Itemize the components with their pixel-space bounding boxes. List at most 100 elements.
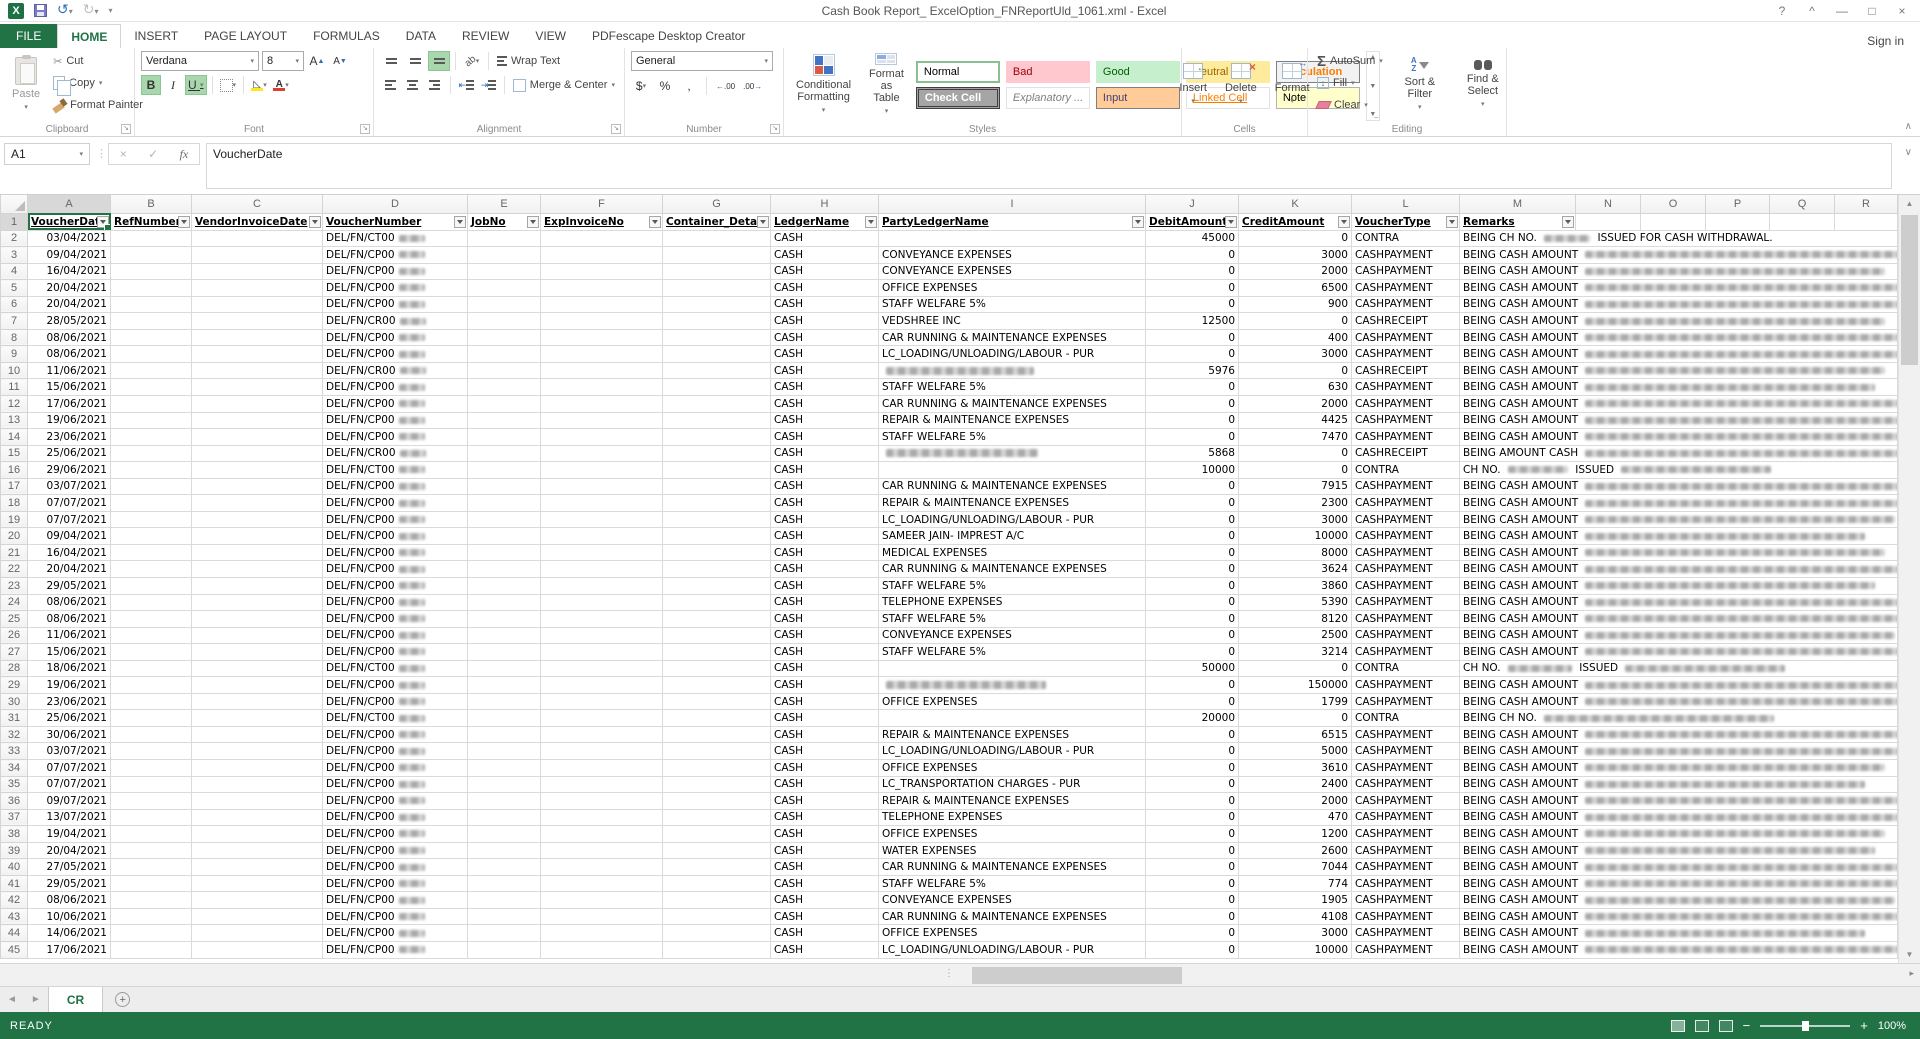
- cell-vouchernumber[interactable]: DEL/FN/CP00: [323, 793, 468, 810]
- cell-expinvoiceno[interactable]: [541, 726, 663, 743]
- cell-container-detail[interactable]: [663, 859, 771, 876]
- cell-creditamount[interactable]: 630: [1239, 379, 1352, 396]
- filter-dropdown-icon[interactable]: [309, 216, 321, 228]
- cell-vouchernumber[interactable]: DEL/FN/CP00: [323, 875, 468, 892]
- cell-voucherdate[interactable]: 08/06/2021: [28, 346, 111, 363]
- cell-voucherdate[interactable]: 23/06/2021: [28, 429, 111, 446]
- currency-format-button[interactable]: $▾: [631, 76, 651, 96]
- cell-vouchernumber[interactable]: DEL/FN/CP00: [323, 379, 468, 396]
- cell-debitamount[interactable]: 0: [1146, 329, 1239, 346]
- cell-partyledgername[interactable]: LC_LOADING/UNLOADING/LABOUR - PUR: [879, 346, 1146, 363]
- cell-remarks[interactable]: BEING CASH AMOUNT: [1460, 362, 1898, 379]
- cell-ledgername[interactable]: CASH: [771, 230, 879, 247]
- cell-partyledgername[interactable]: [879, 462, 1146, 479]
- cell-container-detail[interactable]: [663, 362, 771, 379]
- customize-qat-icon[interactable]: ▾: [109, 6, 113, 15]
- cell-vouchernumber[interactable]: DEL/FN/CP00: [323, 528, 468, 545]
- cell-partyledgername[interactable]: STAFF WELFARE 5%: [879, 577, 1146, 594]
- cell-debitamount[interactable]: 0: [1146, 875, 1239, 892]
- cell-jobno[interactable]: [468, 842, 541, 859]
- cell-jobno[interactable]: [468, 495, 541, 512]
- conditional-formatting-button[interactable]: Conditional Formatting▾: [790, 51, 857, 117]
- cell-vendorinvoicedate[interactable]: [192, 693, 323, 710]
- cell-remarks[interactable]: BEING CASH AMOUNT: [1460, 627, 1898, 644]
- cell-vouchertype[interactable]: CASHPAYMENT: [1352, 511, 1460, 528]
- cell-jobno[interactable]: [468, 677, 541, 694]
- cell-partyledgername[interactable]: OFFICE EXPENSES: [879, 693, 1146, 710]
- zoom-out-icon[interactable]: −: [1743, 1018, 1751, 1033]
- column-header-B[interactable]: B: [111, 195, 192, 213]
- cell-refnumber[interactable]: [111, 445, 192, 462]
- cell-refnumber[interactable]: [111, 247, 192, 264]
- cell-expinvoiceno[interactable]: [541, 478, 663, 495]
- tab-data[interactable]: DATA: [393, 24, 449, 48]
- cell-vouchernumber[interactable]: DEL/FN/CT00: [323, 230, 468, 247]
- cell-creditamount[interactable]: 2000: [1239, 395, 1352, 412]
- cell-vouchertype[interactable]: CONTRA: [1352, 462, 1460, 479]
- field-header-creditamount[interactable]: CreditAmount: [1239, 213, 1352, 230]
- cell-jobno[interactable]: [468, 908, 541, 925]
- cell-voucherdate[interactable]: 18/06/2021: [28, 660, 111, 677]
- cell-vouchertype[interactable]: CASHPAYMENT: [1352, 627, 1460, 644]
- cell-debitamount[interactable]: 0: [1146, 859, 1239, 876]
- cell-partyledgername[interactable]: STAFF WELFARE 5%: [879, 611, 1146, 628]
- cell-container-detail[interactable]: [663, 247, 771, 264]
- select-all-corner[interactable]: [1, 195, 28, 213]
- clipboard-dialog-launcher[interactable]: ↘: [121, 124, 131, 134]
- cell-vouchertype[interactable]: CASHPAYMENT: [1352, 793, 1460, 810]
- cell-vendorinvoicedate[interactable]: [192, 395, 323, 412]
- cell-vouchertype[interactable]: CASHPAYMENT: [1352, 925, 1460, 942]
- cell-voucherdate[interactable]: 19/04/2021: [28, 826, 111, 843]
- cell-expinvoiceno[interactable]: [541, 462, 663, 479]
- cell-expinvoiceno[interactable]: [541, 329, 663, 346]
- cell-partyledgername[interactable]: [879, 445, 1146, 462]
- cell-remarks[interactable]: CH NO. ISSUED: [1460, 660, 1898, 677]
- cell-vouchernumber[interactable]: DEL/FN/CP00: [323, 412, 468, 429]
- cell-expinvoiceno[interactable]: [541, 760, 663, 777]
- cell-vouchertype[interactable]: CASHPAYMENT: [1352, 247, 1460, 264]
- cell-remarks[interactable]: BEING CASH AMOUNT: [1460, 693, 1898, 710]
- bottom-align-button[interactable]: [428, 51, 450, 71]
- cell-jobno[interactable]: [468, 544, 541, 561]
- cell-refnumber[interactable]: [111, 429, 192, 446]
- cell-partyledgername[interactable]: STAFF WELFARE 5%: [879, 296, 1146, 313]
- cell-partyledgername[interactable]: CONVEYANCE EXPENSES: [879, 627, 1146, 644]
- tab-home[interactable]: HOME: [57, 24, 121, 48]
- cell-vouchernumber[interactable]: DEL/FN/CR00: [323, 313, 468, 330]
- enter-entry-icon[interactable]: ✓: [148, 147, 158, 161]
- cell-creditamount[interactable]: 0: [1239, 362, 1352, 379]
- cell-vouchernumber[interactable]: DEL/FN/CP00: [323, 594, 468, 611]
- cell-partyledgername[interactable]: REPAIR & MAINTENANCE EXPENSES: [879, 412, 1146, 429]
- cell-container-detail[interactable]: [663, 329, 771, 346]
- cell-container-detail[interactable]: [663, 230, 771, 247]
- cell-expinvoiceno[interactable]: [541, 346, 663, 363]
- cell-vouchernumber[interactable]: DEL/FN/CP00: [323, 577, 468, 594]
- cell-creditamount[interactable]: 470: [1239, 809, 1352, 826]
- cell-container-detail[interactable]: [663, 693, 771, 710]
- cell-jobno[interactable]: [468, 445, 541, 462]
- cell-debitamount[interactable]: 0: [1146, 908, 1239, 925]
- format-painter-button[interactable]: Format Painter: [50, 95, 146, 115]
- filter-dropdown-icon[interactable]: [454, 216, 466, 228]
- cell-ledgername[interactable]: CASH: [771, 776, 879, 793]
- percent-format-button[interactable]: %: [655, 76, 675, 96]
- cell-refnumber[interactable]: [111, 263, 192, 280]
- cell-remarks[interactable]: BEING CASH AMOUNT: [1460, 908, 1898, 925]
- row-header-15[interactable]: 15: [1, 445, 28, 462]
- cell-voucherdate[interactable]: 08/06/2021: [28, 594, 111, 611]
- cell-partyledgername[interactable]: OFFICE EXPENSES: [879, 826, 1146, 843]
- cell-voucherdate[interactable]: 13/07/2021: [28, 809, 111, 826]
- cell-container-detail[interactable]: [663, 611, 771, 628]
- cell-ledgername[interactable]: CASH: [771, 842, 879, 859]
- cell-refnumber[interactable]: [111, 908, 192, 925]
- row-header-33[interactable]: 33: [1, 743, 28, 760]
- cell-debitamount[interactable]: 5976: [1146, 362, 1239, 379]
- cell-container-detail[interactable]: [663, 528, 771, 545]
- cell-creditamount[interactable]: 8120: [1239, 611, 1352, 628]
- fill-color-button[interactable]: ◺▾: [249, 75, 269, 95]
- cell-voucherdate[interactable]: 07/07/2021: [28, 776, 111, 793]
- cell-partyledgername[interactable]: REPAIR & MAINTENANCE EXPENSES: [879, 726, 1146, 743]
- cell-remarks[interactable]: BEING CASH AMOUNT: [1460, 776, 1898, 793]
- cell-expinvoiceno[interactable]: [541, 561, 663, 578]
- cell-jobno[interactable]: [468, 429, 541, 446]
